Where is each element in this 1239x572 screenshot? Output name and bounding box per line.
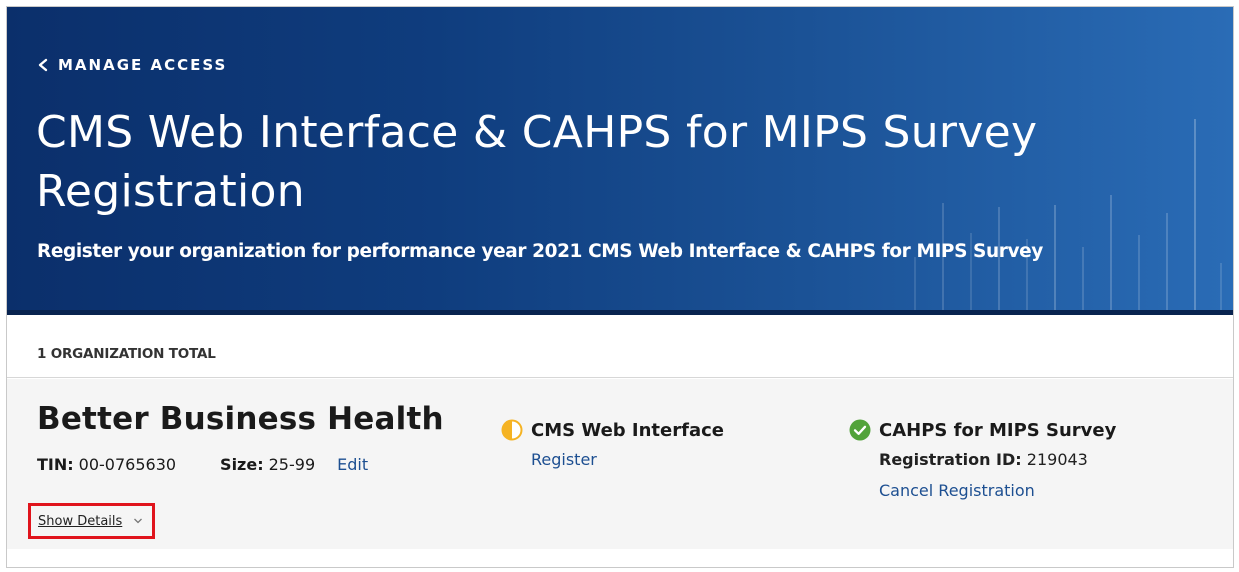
registration-id-value: 219043 [1026, 450, 1088, 469]
organization-meta: TIN: 00-0765630 Size: 25-99 Edit [37, 455, 368, 474]
manage-access-back-link[interactable]: MANAGE ACCESS [37, 56, 227, 74]
program-cms-web-interface: CMS Web Interface Register [501, 419, 724, 469]
organization-name: Better Business Health [37, 401, 444, 437]
check-circle-icon [849, 419, 871, 441]
size-value: 25-99 [268, 455, 316, 474]
register-link[interactable]: Register [531, 450, 597, 469]
program-cahps-survey: CAHPS for MIPS Survey Registration ID: 2… [849, 419, 1116, 500]
organization-total-label: 1 ORGANIZATION TOTAL [37, 346, 216, 362]
back-link-label: MANAGE ACCESS [58, 56, 228, 74]
organization-row: Better Business Health TIN: 00-0765630 S… [7, 379, 1233, 549]
size-label: Size: [220, 455, 264, 474]
page-header: MANAGE ACCESS CMS Web Interface & CAHPS … [7, 7, 1233, 315]
page-subtitle: Register your organization for performan… [37, 241, 1043, 262]
organization-count-bar: 1 ORGANIZATION TOTAL [7, 315, 1233, 378]
chevron-down-icon [134, 518, 143, 524]
registration-id: Registration ID: 219043 [879, 450, 1116, 469]
edit-organization-link[interactable]: Edit [337, 455, 368, 474]
tin-label: TIN: [37, 455, 74, 474]
page-title: CMS Web Interface & CAHPS for MIPS Surve… [36, 107, 1038, 217]
page-frame: MANAGE ACCESS CMS Web Interface & CAHPS … [6, 6, 1234, 568]
tin-value: 00-0765630 [78, 455, 177, 474]
show-details-label: Show Details [38, 513, 123, 529]
registration-id-label: Registration ID: [879, 450, 1022, 469]
half-circle-icon [501, 419, 523, 441]
chevron-left-icon [38, 58, 48, 72]
show-details-toggle[interactable]: Show Details [28, 503, 155, 539]
program-name: CAHPS for MIPS Survey [879, 419, 1117, 441]
cancel-registration-link[interactable]: Cancel Registration [879, 481, 1035, 500]
program-name: CMS Web Interface [531, 419, 724, 441]
